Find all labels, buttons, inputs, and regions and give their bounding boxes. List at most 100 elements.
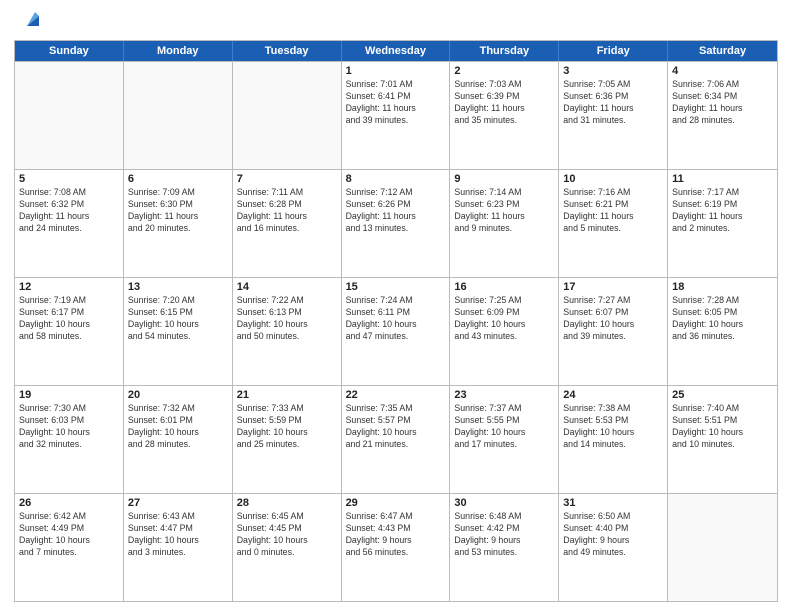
weekday-header: Monday [124, 41, 233, 61]
calendar-cell: 26 Sunrise: 6:42 AM Sunset: 4:49 PM Dayli… [15, 494, 124, 601]
calendar-cell: 19 Sunrise: 7:30 AM Sunset: 6:03 PM Dayli… [15, 386, 124, 493]
day-info: Sunrise: 7:35 AM Sunset: 5:57 PM Dayligh… [346, 403, 446, 451]
day-number: 23 [454, 389, 554, 401]
day-number: 24 [563, 389, 663, 401]
calendar-cell: 11 Sunrise: 7:17 AM Sunset: 6:19 PM Dayli… [668, 170, 777, 277]
calendar-cell: 8 Sunrise: 7:12 AM Sunset: 6:26 PM Daylig… [342, 170, 451, 277]
day-number: 1 [346, 65, 446, 77]
calendar-cell: 14Sunrise: 7:22 AM Sunset: 6:13 PM Dayli… [233, 278, 342, 385]
calendar-cell: 10 Sunrise: 7:16 AM Sunset: 6:21 PM Dayli… [559, 170, 668, 277]
calendar-cell: 29 Sunrise: 6:47 AM Sunset: 4:43 PM Dayli… [342, 494, 451, 601]
day-number: 30 [454, 497, 554, 509]
day-number: 6 [128, 173, 228, 185]
calendar-cell: 22 Sunrise: 7:35 AM Sunset: 5:57 PM Dayli… [342, 386, 451, 493]
day-info: Sunrise: 7:33 AM Sunset: 5:59 PM Dayligh… [237, 403, 337, 451]
weekday-header: Sunday [15, 41, 124, 61]
day-info: Sunrise: 7:38 AM Sunset: 5:53 PM Dayligh… [563, 403, 663, 451]
day-info: Sunrise: 7:16 AM Sunset: 6:21 PM Dayligh… [563, 187, 663, 235]
day-number: 11 [672, 173, 773, 185]
day-info: Sunrise: 7:28 AM Sunset: 6:05 PM Dayligh… [672, 295, 773, 343]
day-number: 13 [128, 281, 228, 293]
day-info: Sunrise: 6:45 AM Sunset: 4:45 PM Dayligh… [237, 511, 337, 559]
header [14, 10, 778, 34]
calendar-cell: 2Sunrise: 7:03 AM Sunset: 6:39 PM Daylig… [450, 62, 559, 169]
weekday-header: Wednesday [342, 41, 451, 61]
calendar-cell: 30Sunrise: 6:48 AM Sunset: 4:42 PM Dayli… [450, 494, 559, 601]
day-info: Sunrise: 7:19 AM Sunset: 6:17 PM Dayligh… [19, 295, 119, 343]
day-number: 3 [563, 65, 663, 77]
calendar-cell: 23 Sunrise: 7:37 AM Sunset: 5:55 PM Dayli… [450, 386, 559, 493]
day-info: Sunrise: 6:42 AM Sunset: 4:49 PM Dayligh… [19, 511, 119, 559]
day-info: Sunrise: 7:27 AM Sunset: 6:07 PM Dayligh… [563, 295, 663, 343]
calendar-row: 26 Sunrise: 6:42 AM Sunset: 4:49 PM Dayli… [15, 493, 777, 601]
day-number: 31 [563, 497, 663, 509]
calendar-cell: 12 Sunrise: 7:19 AM Sunset: 6:17 PM Dayli… [15, 278, 124, 385]
day-info: Sunrise: 7:11 AM Sunset: 6:28 PM Dayligh… [237, 187, 337, 235]
day-info: Sunrise: 7:22 AM Sunset: 6:13 PM Dayligh… [237, 295, 337, 343]
calendar-cell: 31 Sunrise: 6:50 AM Sunset: 4:40 PM Dayli… [559, 494, 668, 601]
weekday-header: Thursday [450, 41, 559, 61]
day-number: 8 [346, 173, 446, 185]
calendar-cell: 16 Sunrise: 7:25 AM Sunset: 6:09 PM Dayli… [450, 278, 559, 385]
calendar-row: 5Sunrise: 7:08 AM Sunset: 6:32 PM Daylig… [15, 169, 777, 277]
calendar-cell: 24 Sunrise: 7:38 AM Sunset: 5:53 PM Dayli… [559, 386, 668, 493]
calendar-row: 12 Sunrise: 7:19 AM Sunset: 6:17 PM Dayli… [15, 277, 777, 385]
calendar: SundayMondayTuesdayWednesdayThursdayFrid… [14, 40, 778, 602]
logo-icon [17, 6, 45, 34]
calendar-cell [233, 62, 342, 169]
day-info: Sunrise: 6:43 AM Sunset: 4:47 PM Dayligh… [128, 511, 228, 559]
calendar-cell [124, 62, 233, 169]
calendar-cell: 18 Sunrise: 7:28 AM Sunset: 6:05 PM Dayli… [668, 278, 777, 385]
day-number: 20 [128, 389, 228, 401]
day-info: Sunrise: 7:03 AM Sunset: 6:39 PM Dayligh… [454, 79, 554, 127]
calendar-cell [15, 62, 124, 169]
calendar-header: SundayMondayTuesdayWednesdayThursdayFrid… [15, 41, 777, 61]
calendar-cell: 25 Sunrise: 7:40 AM Sunset: 5:51 PM Dayli… [668, 386, 777, 493]
logo [14, 14, 45, 34]
calendar-body: 1 Sunrise: 7:01 AM Sunset: 6:41 PM Daylig… [15, 61, 777, 601]
day-info: Sunrise: 7:24 AM Sunset: 6:11 PM Dayligh… [346, 295, 446, 343]
day-info: Sunrise: 7:37 AM Sunset: 5:55 PM Dayligh… [454, 403, 554, 451]
calendar-cell: 7Sunrise: 7:11 AM Sunset: 6:28 PM Daylig… [233, 170, 342, 277]
day-number: 15 [346, 281, 446, 293]
day-info: Sunrise: 7:30 AM Sunset: 6:03 PM Dayligh… [19, 403, 119, 451]
day-info: Sunrise: 7:40 AM Sunset: 5:51 PM Dayligh… [672, 403, 773, 451]
day-info: Sunrise: 7:14 AM Sunset: 6:23 PM Dayligh… [454, 187, 554, 235]
day-number: 27 [128, 497, 228, 509]
day-info: Sunrise: 6:50 AM Sunset: 4:40 PM Dayligh… [563, 511, 663, 559]
day-info: Sunrise: 7:12 AM Sunset: 6:26 PM Dayligh… [346, 187, 446, 235]
calendar-cell: 9 Sunrise: 7:14 AM Sunset: 6:23 PM Daylig… [450, 170, 559, 277]
day-number: 4 [672, 65, 773, 77]
calendar-cell: 21 Sunrise: 7:33 AM Sunset: 5:59 PM Dayli… [233, 386, 342, 493]
day-info: Sunrise: 7:01 AM Sunset: 6:41 PM Dayligh… [346, 79, 446, 127]
day-number: 21 [237, 389, 337, 401]
weekday-header: Tuesday [233, 41, 342, 61]
calendar-cell [668, 494, 777, 601]
calendar-page: SundayMondayTuesdayWednesdayThursdayFrid… [0, 0, 792, 612]
calendar-cell: 4Sunrise: 7:06 AM Sunset: 6:34 PM Daylig… [668, 62, 777, 169]
calendar-cell: 28 Sunrise: 6:45 AM Sunset: 4:45 PM Dayli… [233, 494, 342, 601]
day-number: 9 [454, 173, 554, 185]
day-number: 19 [19, 389, 119, 401]
calendar-cell: 5Sunrise: 7:08 AM Sunset: 6:32 PM Daylig… [15, 170, 124, 277]
day-number: 25 [672, 389, 773, 401]
day-info: Sunrise: 7:05 AM Sunset: 6:36 PM Dayligh… [563, 79, 663, 127]
day-number: 17 [563, 281, 663, 293]
calendar-cell: 1 Sunrise: 7:01 AM Sunset: 6:41 PM Daylig… [342, 62, 451, 169]
day-number: 10 [563, 173, 663, 185]
day-info: Sunrise: 6:47 AM Sunset: 4:43 PM Dayligh… [346, 511, 446, 559]
day-number: 28 [237, 497, 337, 509]
day-number: 26 [19, 497, 119, 509]
day-number: 16 [454, 281, 554, 293]
day-number: 18 [672, 281, 773, 293]
day-info: Sunrise: 7:25 AM Sunset: 6:09 PM Dayligh… [454, 295, 554, 343]
calendar-cell: 15 Sunrise: 7:24 AM Sunset: 6:11 PM Dayli… [342, 278, 451, 385]
day-number: 12 [19, 281, 119, 293]
day-number: 5 [19, 173, 119, 185]
day-number: 22 [346, 389, 446, 401]
day-info: Sunrise: 7:17 AM Sunset: 6:19 PM Dayligh… [672, 187, 773, 235]
day-number: 29 [346, 497, 446, 509]
weekday-header: Friday [559, 41, 668, 61]
calendar-cell: 17 Sunrise: 7:27 AM Sunset: 6:07 PM Dayli… [559, 278, 668, 385]
calendar-row: 1 Sunrise: 7:01 AM Sunset: 6:41 PM Daylig… [15, 61, 777, 169]
